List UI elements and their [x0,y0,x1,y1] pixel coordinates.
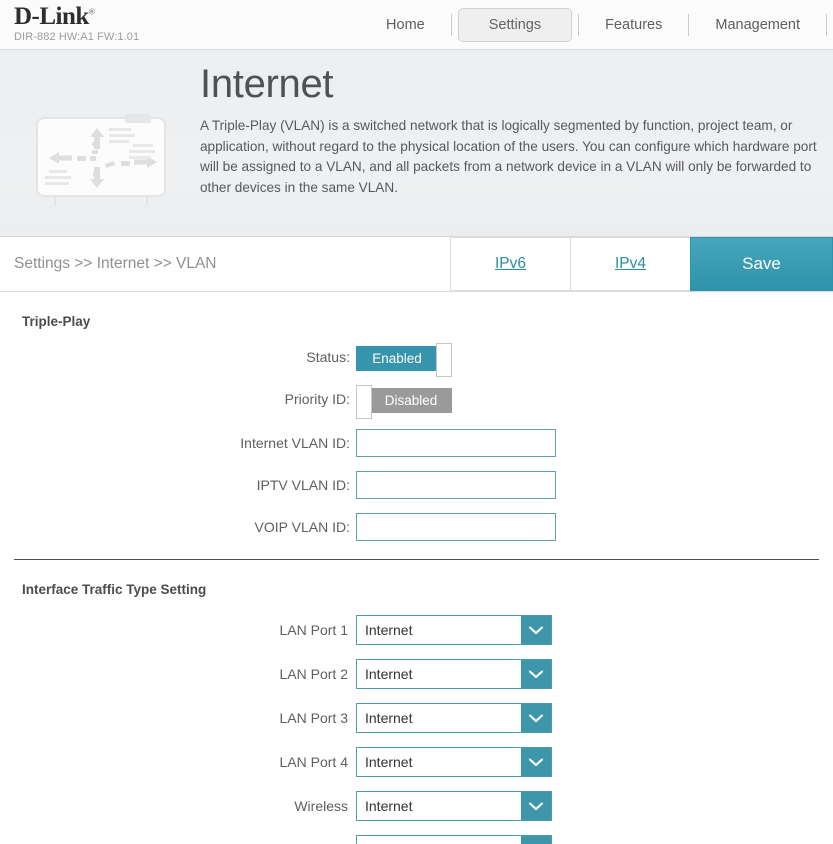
lan-port-3-select[interactable]: Internet [356,703,552,733]
nav-separator [578,14,580,36]
chevron-down-icon[interactable] [521,792,551,820]
form-row-lan-port-1: LAN Port 1 Internet [0,615,833,645]
form-row-lan-port-4: LAN Port 4 Internet [0,747,833,777]
breadcrumb-action-bar: Settings >> Internet >> VLAN IPv6 IPv4 S… [0,237,833,292]
iptv-vlan-id-input[interactable] [356,471,556,499]
lan-port-4-value: Internet [365,754,413,770]
priority-id-toggle-knob[interactable] [356,385,372,419]
chevron-down-icon[interactable] [521,836,551,844]
brand-block: D-Link® DIR-882 HW:A1 FW:1.01 [14,4,139,43]
top-navigation-bar: D-Link® DIR-882 HW:A1 FW:1.01 Home Setti… [0,0,833,50]
voip-vlan-id-label: VOIP VLAN ID: [254,519,350,535]
registered-trademark-icon: ® [88,7,95,17]
section-title-interface-traffic: Interface Traffic Type Setting [22,582,207,597]
wireless-label: Wireless [294,798,348,814]
lan-port-2-value: Internet [365,666,413,682]
nav-separator [826,14,827,36]
lan-port-4-label: LAN Port 4 [279,754,348,770]
nav-item-features[interactable]: Features [585,17,682,33]
form-row-lan-port-2: LAN Port 2 Internet [0,659,833,689]
ipv4-link[interactable]: IPv4 [615,255,646,273]
form-row-wireless: Wireless Internet [0,791,833,821]
priority-id-label: Priority ID: [284,391,350,407]
lan-port-4-select[interactable]: Internet [356,747,552,777]
lan-port-2-select[interactable]: Internet [356,659,552,689]
form-row-voip-vlan-id: VOIP VLAN ID: [0,513,833,541]
status-label: Status: [306,349,350,365]
nav-separator [450,14,452,36]
lan-port-3-label: LAN Port 3 [279,710,348,726]
ipv6-tab-button[interactable]: IPv6 [450,237,570,291]
ipv6-link[interactable]: IPv6 [495,255,526,273]
page-hero: Internet A Triple-Play (VLAN) is a switc… [0,50,833,237]
page-description: A Triple-Play (VLAN) is a switched netwo… [200,118,817,195]
status-toggle-track: Enabled [356,346,438,371]
status-toggle[interactable]: Enabled [356,343,452,377]
lan-port-3-value: Internet [365,710,413,726]
lan-port-1-label: LAN Port 1 [279,622,348,638]
dlink-logo: D-Link® [14,3,95,30]
form-row-iptv-vlan-id: IPTV VLAN ID: [0,471,833,499]
wireless-select[interactable]: Internet [356,791,552,821]
priority-id-toggle-track: Disabled [370,388,452,413]
nav-item-home[interactable]: Home [366,17,445,33]
nav-item-settings[interactable]: Settings [457,8,573,42]
save-button[interactable]: Save [690,237,833,291]
internet-vlan-id-label: Internet VLAN ID: [240,435,350,451]
lan-port-2-label: LAN Port 2 [279,666,348,682]
page-title: Internet [200,62,334,106]
form-row-wireless-guest-zone: Wireless Guest Zone Internet [0,835,833,844]
wireless-value: Internet [365,798,413,814]
main-nav: Home Settings Features Management [300,0,833,50]
vlan-network-diagram-icon [33,112,173,212]
chevron-down-icon[interactable] [521,660,551,688]
hero-text-block: Internet A Triple-Play (VLAN) is a switc… [200,62,819,198]
iptv-vlan-id-label: IPTV VLAN ID: [256,477,350,493]
device-model-label: DIR-882 HW:A1 FW:1.01 [14,31,140,43]
chevron-down-icon[interactable] [521,704,551,732]
breadcrumb: Settings >> Internet >> VLAN [14,255,217,272]
form-row-status: Status: Enabled [0,343,833,377]
priority-id-toggle[interactable]: Disabled [356,385,452,419]
chevron-down-icon[interactable] [521,748,551,776]
lan-port-1-select[interactable]: Internet [356,615,552,645]
page-content: Triple-Play Status: Enabled Priority ID:… [0,314,833,844]
internet-vlan-id-input[interactable] [356,429,556,457]
form-row-internet-vlan-id: Internet VLAN ID: [0,429,833,457]
section-divider [14,559,819,560]
ipv4-tab-button[interactable]: IPv4 [570,237,690,291]
action-buttons: IPv6 IPv4 Save [450,237,833,291]
section-title-triple-play: Triple-Play [22,314,91,329]
form-row-priority-id: Priority ID: Disabled [0,385,833,419]
nav-item-management[interactable]: Management [695,17,820,33]
form-row-lan-port-3: LAN Port 3 Internet [0,703,833,733]
wireless-guest-zone-select[interactable]: Internet [356,835,552,844]
wireless-guest-zone-value: Internet [357,836,521,844]
lan-port-1-value: Internet [365,622,413,638]
status-toggle-knob[interactable] [436,343,452,377]
dlink-logo-text: D-Link [14,3,89,30]
chevron-down-icon[interactable] [521,616,551,644]
nav-separator [688,14,690,36]
voip-vlan-id-input[interactable] [356,513,556,541]
